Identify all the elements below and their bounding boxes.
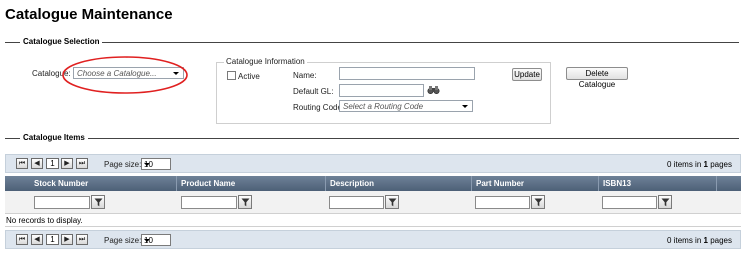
column-header-stock-number[interactable]: Stock Number (30, 176, 177, 191)
next-page-button[interactable]: ▶ (61, 234, 73, 245)
filter-icon[interactable] (658, 195, 672, 209)
binoculars-icon[interactable] (427, 85, 440, 95)
page-size-select[interactable]: 10 (141, 158, 171, 170)
chevron-down-icon (462, 105, 468, 108)
default-gl-input[interactable] (339, 84, 424, 97)
delete-catalogue-button[interactable]: Delete Catalogue (566, 67, 628, 89)
filter-input-product-name[interactable] (181, 196, 237, 209)
filter-icon[interactable] (238, 195, 252, 209)
items-text: items in (673, 160, 702, 169)
next-page-button[interactable]: ▶ (61, 158, 73, 169)
name-label: Name: (293, 71, 317, 80)
catalogue-info-legend: Catalogue Information (224, 57, 307, 66)
first-page-button[interactable]: ⏮ (16, 234, 28, 245)
prev-page-button[interactable]: ◀ (31, 234, 43, 245)
name-input[interactable] (339, 67, 475, 80)
filter-input-stock-number[interactable] (34, 196, 90, 209)
selection-divider (5, 42, 739, 43)
filter-input-isbn13[interactable] (602, 196, 657, 209)
page-number-button[interactable]: 1 (46, 234, 59, 245)
active-label: Active (238, 72, 260, 81)
last-page-button[interactable]: ⏭ (76, 158, 88, 169)
first-page-button[interactable]: ⏮ (16, 158, 28, 169)
filter-input-part-number[interactable] (475, 196, 530, 209)
active-checkbox[interactable] (227, 71, 236, 80)
pager-info: 0 items in 1 pages (667, 236, 732, 245)
grid-divider (5, 226, 741, 227)
pages-count: 1 (703, 236, 708, 245)
pages-text: pages (710, 236, 732, 245)
items-count: 0 (667, 160, 672, 169)
page-title: Catalogue Maintenance (5, 6, 173, 23)
column-header-product-name[interactable]: Product Name (177, 176, 326, 191)
column-header-part-number[interactable]: Part Number (472, 176, 599, 191)
chevron-down-icon (144, 239, 150, 242)
items-section-title: Catalogue Items (20, 133, 88, 142)
prev-page-button[interactable]: ◀ (31, 158, 43, 169)
pager-info: 0 items in 1 pages (667, 160, 732, 169)
page-size-select[interactable]: 10 (141, 234, 171, 246)
filter-icon[interactable] (531, 195, 545, 209)
filter-row (5, 191, 741, 214)
highlight-ellipse (62, 56, 188, 94)
routing-code-placeholder: Select a Routing Code (343, 102, 424, 111)
update-button[interactable]: Update (512, 68, 542, 81)
chevron-down-icon (144, 163, 150, 166)
column-header-description[interactable]: Description (326, 176, 472, 191)
column-header-isbn13[interactable]: ISBN13 (599, 176, 717, 191)
filter-input-description[interactable] (329, 196, 384, 209)
filter-icon[interactable] (91, 195, 105, 209)
page-size-label: Page size: (104, 236, 142, 245)
items-text: items in (673, 236, 702, 245)
top-pager: ⏮ ◀ 1 ▶ ⏭ Page size: 10 0 items in 1 pag… (5, 154, 741, 173)
routing-code-select[interactable]: Select a Routing Code (339, 100, 473, 112)
items-count: 0 (667, 236, 672, 245)
no-records-message: No records to display. (6, 216, 83, 225)
items-divider (5, 138, 739, 139)
grid-header: Stock Number Product Name Description Pa… (5, 176, 741, 191)
page-size-label: Page size: (104, 160, 142, 169)
selection-section-title: Catalogue Selection (20, 37, 103, 46)
last-page-button[interactable]: ⏭ (76, 234, 88, 245)
bottom-pager: ⏮ ◀ 1 ▶ ⏭ Page size: 10 0 items in 1 pag… (5, 230, 741, 249)
pages-text: pages (710, 160, 732, 169)
filter-icon[interactable] (385, 195, 399, 209)
default-gl-label: Default GL: (293, 87, 334, 96)
routing-code-label: Routing Code: (293, 103, 345, 112)
pages-count: 1 (703, 160, 708, 169)
page-number-button[interactable]: 1 (46, 158, 59, 169)
